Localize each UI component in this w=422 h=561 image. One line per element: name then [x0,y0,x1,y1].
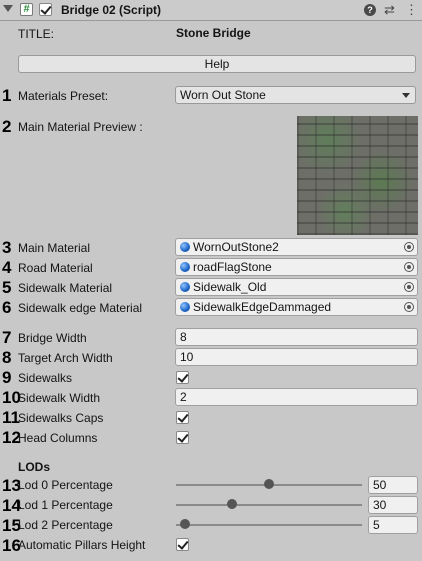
component-header: # Bridge 02 (Script) ? ⇄ ⋮ [0,0,422,21]
presets-icon[interactable]: ⇄ [384,2,395,18]
material-icon [180,262,190,272]
target-arch-width-label: Target Arch Width [18,351,113,365]
sidewalk-width-field[interactable]: 2 [175,388,418,406]
automatic-pillars-height-checkbox[interactable] [176,538,189,551]
sidewalk-edge-material-field[interactable]: SidewalkEdgeDammaged [175,298,418,316]
materials-preset-label: Materials Preset: [18,89,109,103]
lod2-label: Lod 2 Percentage [18,518,113,532]
bridge-width-label: Bridge Width [18,331,87,345]
help-icon[interactable]: ? [364,4,376,16]
main-material-value: WornOutStone2 [193,240,279,254]
lod2-slider-track[interactable] [176,524,362,526]
material-icon [180,282,190,292]
target-arch-width-field[interactable]: 10 [175,348,418,366]
material-icon [180,242,190,252]
component-enabled-checkbox[interactable] [39,3,52,16]
road-material-value: roadFlagStone [193,260,272,274]
marker-7: 7 [2,328,12,347]
lod0-value-field[interactable]: 50 [368,476,418,494]
main-material-preview-label: Main Material Preview : [18,120,143,134]
title-value: Stone Bridge [176,26,251,40]
sidewalks-caps-checkbox[interactable] [176,411,189,424]
sidewalk-edge-material-value: SidewalkEdgeDammaged [193,300,332,314]
sidewalk-material-label: Sidewalk Material [18,281,113,295]
marker-1: 1 [2,86,12,105]
bridge-width-field[interactable]: 8 [175,328,418,346]
more-options-icon[interactable]: ⋮ [405,2,418,18]
marker-6: 6 [2,298,12,317]
script-icon: # [20,3,33,16]
marker-2: 2 [2,117,12,136]
sidewalks-checkbox[interactable] [176,371,189,384]
head-columns-checkbox[interactable] [176,431,189,444]
object-picker-icon[interactable] [404,242,414,252]
sidewalk-width-label: Sidewalk Width [18,391,101,405]
sidewalk-edge-material-label: Sidewalk edge Material [18,301,143,315]
road-material-field[interactable]: roadFlagStone [175,258,418,276]
main-material-field[interactable]: WornOutStone2 [175,238,418,256]
lod0-slider-thumb[interactable] [264,479,274,489]
automatic-pillars-height-label: Automatic Pillars Height [18,538,146,552]
marker-9: 9 [2,368,12,387]
object-picker-icon[interactable] [404,262,414,272]
lod0-label: Lod 0 Percentage [18,478,113,492]
lod1-label: Lod 1 Percentage [18,498,113,512]
sidewalk-material-value: Sidewalk_Old [193,280,267,294]
title-label: TITLE: [18,27,55,41]
material-icon [180,302,190,312]
lod1-slider-thumb[interactable] [226,499,237,509]
object-picker-icon[interactable] [404,282,414,292]
sidewalk-material-field[interactable]: Sidewalk_Old [175,278,418,296]
road-material-label: Road Material [18,261,93,275]
main-material-preview-image [297,116,418,235]
lod1-slider-track[interactable] [176,504,362,506]
marker-8: 8 [2,348,12,367]
main-material-label: Main Material [18,241,91,255]
object-picker-icon[interactable] [404,302,414,312]
foldout-arrow-icon[interactable] [3,5,13,12]
materials-preset-dropdown[interactable]: Worn Out Stone [175,86,416,104]
marker-3: 3 [2,238,12,257]
lod2-slider-thumb[interactable] [180,519,191,529]
help-button[interactable]: Help [18,55,416,73]
dropdown-arrow-icon [402,93,410,98]
component-title: Bridge 02 (Script) [61,3,162,17]
sidewalks-label: Sidewalks [18,371,73,385]
lod1-value-field[interactable]: 30 [368,496,418,514]
materials-preset-value: Worn Out Stone [180,88,266,102]
marker-5: 5 [2,278,12,297]
lods-heading: LODs [18,460,51,474]
sidewalks-caps-label: Sidewalks Caps [18,411,104,425]
marker-4: 4 [2,258,12,277]
head-columns-label: Head Columns [18,431,98,445]
lod2-value-field[interactable]: 5 [368,516,418,534]
